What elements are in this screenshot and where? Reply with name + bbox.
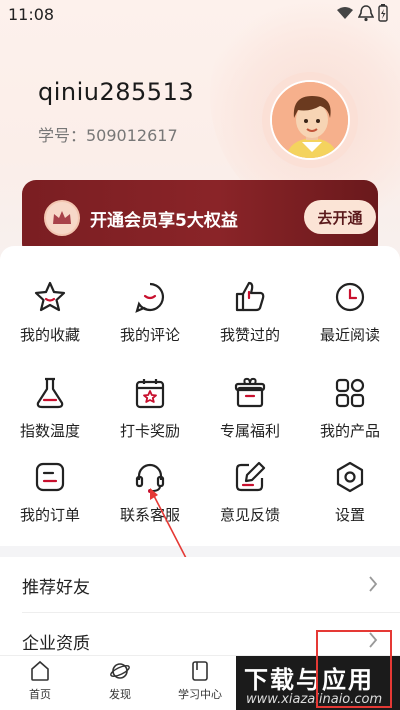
list-item-label: 推荐好友: [22, 578, 90, 598]
tab-label: 首页: [29, 688, 51, 701]
chevron-right-icon: [369, 576, 378, 592]
planet-icon: [110, 663, 130, 679]
tab-learning-center[interactable]: 学习中心: [160, 660, 240, 702]
list-item-label: 企业资质: [22, 634, 90, 654]
annotation-highlight-box: [316, 630, 392, 708]
book-icon: [192, 661, 208, 681]
tab-home[interactable]: 首页: [0, 660, 80, 702]
tab-label: 学习中心: [178, 688, 222, 701]
tab-discover[interactable]: 发现: [80, 660, 160, 702]
home-icon: [31, 660, 49, 681]
tab-label: 发现: [109, 688, 131, 701]
list-item-recommend-friends[interactable]: 推荐好友: [0, 557, 400, 613]
